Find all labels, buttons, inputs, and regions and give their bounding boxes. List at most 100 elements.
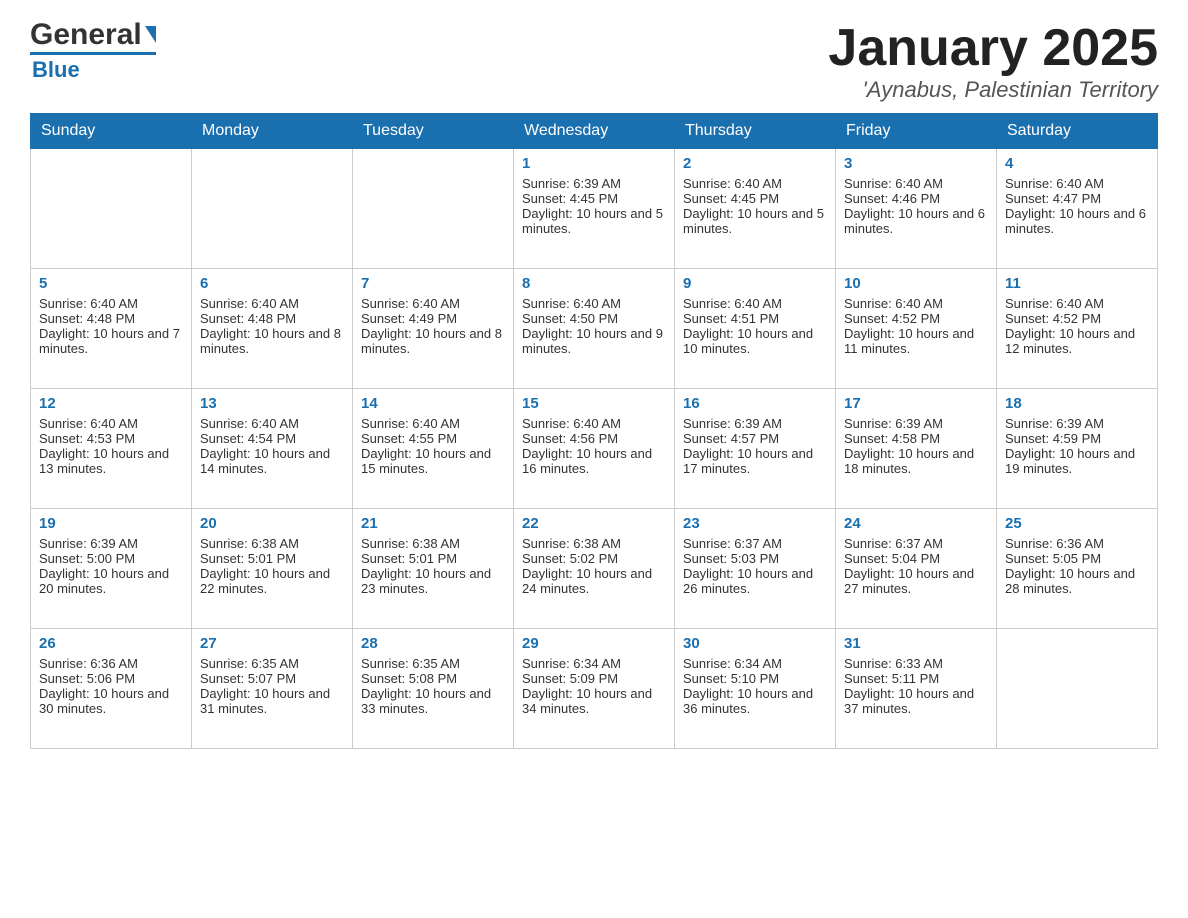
day-number: 16 <box>683 395 827 412</box>
day-number: 14 <box>361 395 505 412</box>
day-info: Sunrise: 6:34 AM <box>522 656 666 671</box>
day-info: Sunset: 4:59 PM <box>1005 431 1149 446</box>
day-info: Sunrise: 6:40 AM <box>844 296 988 311</box>
calendar-cell: 18Sunrise: 6:39 AMSunset: 4:59 PMDayligh… <box>997 389 1158 509</box>
calendar-cell: 14Sunrise: 6:40 AMSunset: 4:55 PMDayligh… <box>353 389 514 509</box>
day-info: Sunset: 4:56 PM <box>522 431 666 446</box>
day-info: Daylight: 10 hours and 26 minutes. <box>683 566 827 596</box>
day-info: Sunrise: 6:40 AM <box>39 296 183 311</box>
day-info: Sunset: 5:08 PM <box>361 671 505 686</box>
day-info: Sunrise: 6:36 AM <box>1005 536 1149 551</box>
day-info: Sunrise: 6:40 AM <box>200 296 344 311</box>
calendar-cell <box>997 629 1158 749</box>
day-number: 9 <box>683 275 827 292</box>
day-header-friday: Friday <box>836 114 997 149</box>
day-header-sunday: Sunday <box>31 114 192 149</box>
day-info: Daylight: 10 hours and 18 minutes. <box>844 446 988 476</box>
day-number: 13 <box>200 395 344 412</box>
calendar-cell: 2Sunrise: 6:40 AMSunset: 4:45 PMDaylight… <box>675 149 836 269</box>
day-info: Sunrise: 6:33 AM <box>844 656 988 671</box>
calendar-table: SundayMondayTuesdayWednesdayThursdayFrid… <box>30 113 1158 749</box>
day-number: 12 <box>39 395 183 412</box>
day-number: 22 <box>522 515 666 532</box>
day-info: Sunset: 4:51 PM <box>683 311 827 326</box>
day-info: Daylight: 10 hours and 31 minutes. <box>200 686 344 716</box>
day-info: Sunset: 5:07 PM <box>200 671 344 686</box>
calendar-cell: 28Sunrise: 6:35 AMSunset: 5:08 PMDayligh… <box>353 629 514 749</box>
day-number: 25 <box>1005 515 1149 532</box>
day-info: Sunrise: 6:39 AM <box>522 176 666 191</box>
day-number: 23 <box>683 515 827 532</box>
day-info: Sunset: 5:09 PM <box>522 671 666 686</box>
day-info: Daylight: 10 hours and 17 minutes. <box>683 446 827 476</box>
calendar-cell: 24Sunrise: 6:37 AMSunset: 5:04 PMDayligh… <box>836 509 997 629</box>
day-number: 3 <box>844 155 988 172</box>
calendar-cell: 13 Sunrise: 6:40 AMSunset: 4:54 PMDayligh… <box>192 389 353 509</box>
day-info: Daylight: 10 hours and 13 minutes. <box>39 446 183 476</box>
day-info: Sunrise: 6:40 AM <box>1005 296 1149 311</box>
day-info: Sunset: 5:04 PM <box>844 551 988 566</box>
calendar-cell: 1Sunrise: 6:39 AMSunset: 4:45 PMDaylight… <box>514 149 675 269</box>
day-info: Sunset: 5:00 PM <box>39 551 183 566</box>
day-info: Sunrise: 6:40 AM <box>39 416 183 431</box>
calendar-cell: 26Sunrise: 6:36 AMSunset: 5:06 PMDayligh… <box>31 629 192 749</box>
day-number: 7 <box>361 275 505 292</box>
day-info: Sunset: 4:54 PM <box>200 431 344 446</box>
calendar-cell: 17Sunrise: 6:39 AMSunset: 4:58 PMDayligh… <box>836 389 997 509</box>
day-info: Sunset: 5:03 PM <box>683 551 827 566</box>
day-info: Daylight: 10 hours and 14 minutes. <box>200 446 344 476</box>
location: 'Aynabus, Palestinian Territory <box>828 77 1158 103</box>
day-number: 17 <box>844 395 988 412</box>
day-info: Daylight: 10 hours and 19 minutes. <box>1005 446 1149 476</box>
day-number: 2 <box>683 155 827 172</box>
day-number: 31 <box>844 635 988 652</box>
calendar-week-2: 5Sunrise: 6:40 AMSunset: 4:48 PMDaylight… <box>31 269 1158 389</box>
day-info: Sunset: 5:05 PM <box>1005 551 1149 566</box>
day-info: Sunrise: 6:40 AM <box>1005 176 1149 191</box>
day-info: Sunrise: 6:40 AM <box>200 416 344 431</box>
day-info: Daylight: 10 hours and 6 minutes. <box>844 206 988 236</box>
calendar-cell <box>31 149 192 269</box>
day-info: Daylight: 10 hours and 28 minutes. <box>1005 566 1149 596</box>
day-number: 29 <box>522 635 666 652</box>
day-info: Sunrise: 6:39 AM <box>39 536 183 551</box>
day-number: 6 <box>200 275 344 292</box>
day-info: Sunset: 5:01 PM <box>200 551 344 566</box>
day-info: Sunrise: 6:40 AM <box>683 176 827 191</box>
day-info: Daylight: 10 hours and 10 minutes. <box>683 326 827 356</box>
day-number: 26 <box>39 635 183 652</box>
logo-general: General <box>30 20 142 50</box>
day-header-saturday: Saturday <box>997 114 1158 149</box>
logo-blue: Blue <box>32 57 80 83</box>
day-info: Daylight: 10 hours and 12 minutes. <box>1005 326 1149 356</box>
day-info: Sunset: 4:53 PM <box>39 431 183 446</box>
day-info: Sunset: 4:58 PM <box>844 431 988 446</box>
day-info: Sunrise: 6:34 AM <box>683 656 827 671</box>
day-number: 24 <box>844 515 988 532</box>
day-info: Sunset: 4:50 PM <box>522 311 666 326</box>
day-info: Daylight: 10 hours and 9 minutes. <box>522 326 666 356</box>
calendar-cell: 10Sunrise: 6:40 AMSunset: 4:52 PMDayligh… <box>836 269 997 389</box>
calendar-cell: 21Sunrise: 6:38 AMSunset: 5:01 PMDayligh… <box>353 509 514 629</box>
day-info: Sunset: 5:02 PM <box>522 551 666 566</box>
calendar-week-1: 1Sunrise: 6:39 AMSunset: 4:45 PMDaylight… <box>31 149 1158 269</box>
day-info: Sunrise: 6:39 AM <box>683 416 827 431</box>
day-info: Sunrise: 6:40 AM <box>844 176 988 191</box>
day-info: Sunrise: 6:38 AM <box>361 536 505 551</box>
day-info: Daylight: 10 hours and 15 minutes. <box>361 446 505 476</box>
day-info: Sunset: 4:48 PM <box>200 311 344 326</box>
calendar-cell: 5Sunrise: 6:40 AMSunset: 4:48 PMDaylight… <box>31 269 192 389</box>
day-info: Sunrise: 6:39 AM <box>1005 416 1149 431</box>
day-info: Sunrise: 6:40 AM <box>522 416 666 431</box>
day-number: 30 <box>683 635 827 652</box>
calendar-cell: 11Sunrise: 6:40 AMSunset: 4:52 PMDayligh… <box>997 269 1158 389</box>
logo: General Blue <box>30 20 156 83</box>
calendar-cell: 12 Sunrise: 6:40 AMSunset: 4:53 PMDayligh… <box>31 389 192 509</box>
day-info: Sunrise: 6:35 AM <box>200 656 344 671</box>
day-info: Daylight: 10 hours and 23 minutes. <box>361 566 505 596</box>
day-info: Daylight: 10 hours and 8 minutes. <box>200 326 344 356</box>
month-title: January 2025 <box>828 20 1158 77</box>
day-info: Sunrise: 6:40 AM <box>683 296 827 311</box>
day-info: Sunrise: 6:37 AM <box>844 536 988 551</box>
day-info: Sunset: 4:57 PM <box>683 431 827 446</box>
